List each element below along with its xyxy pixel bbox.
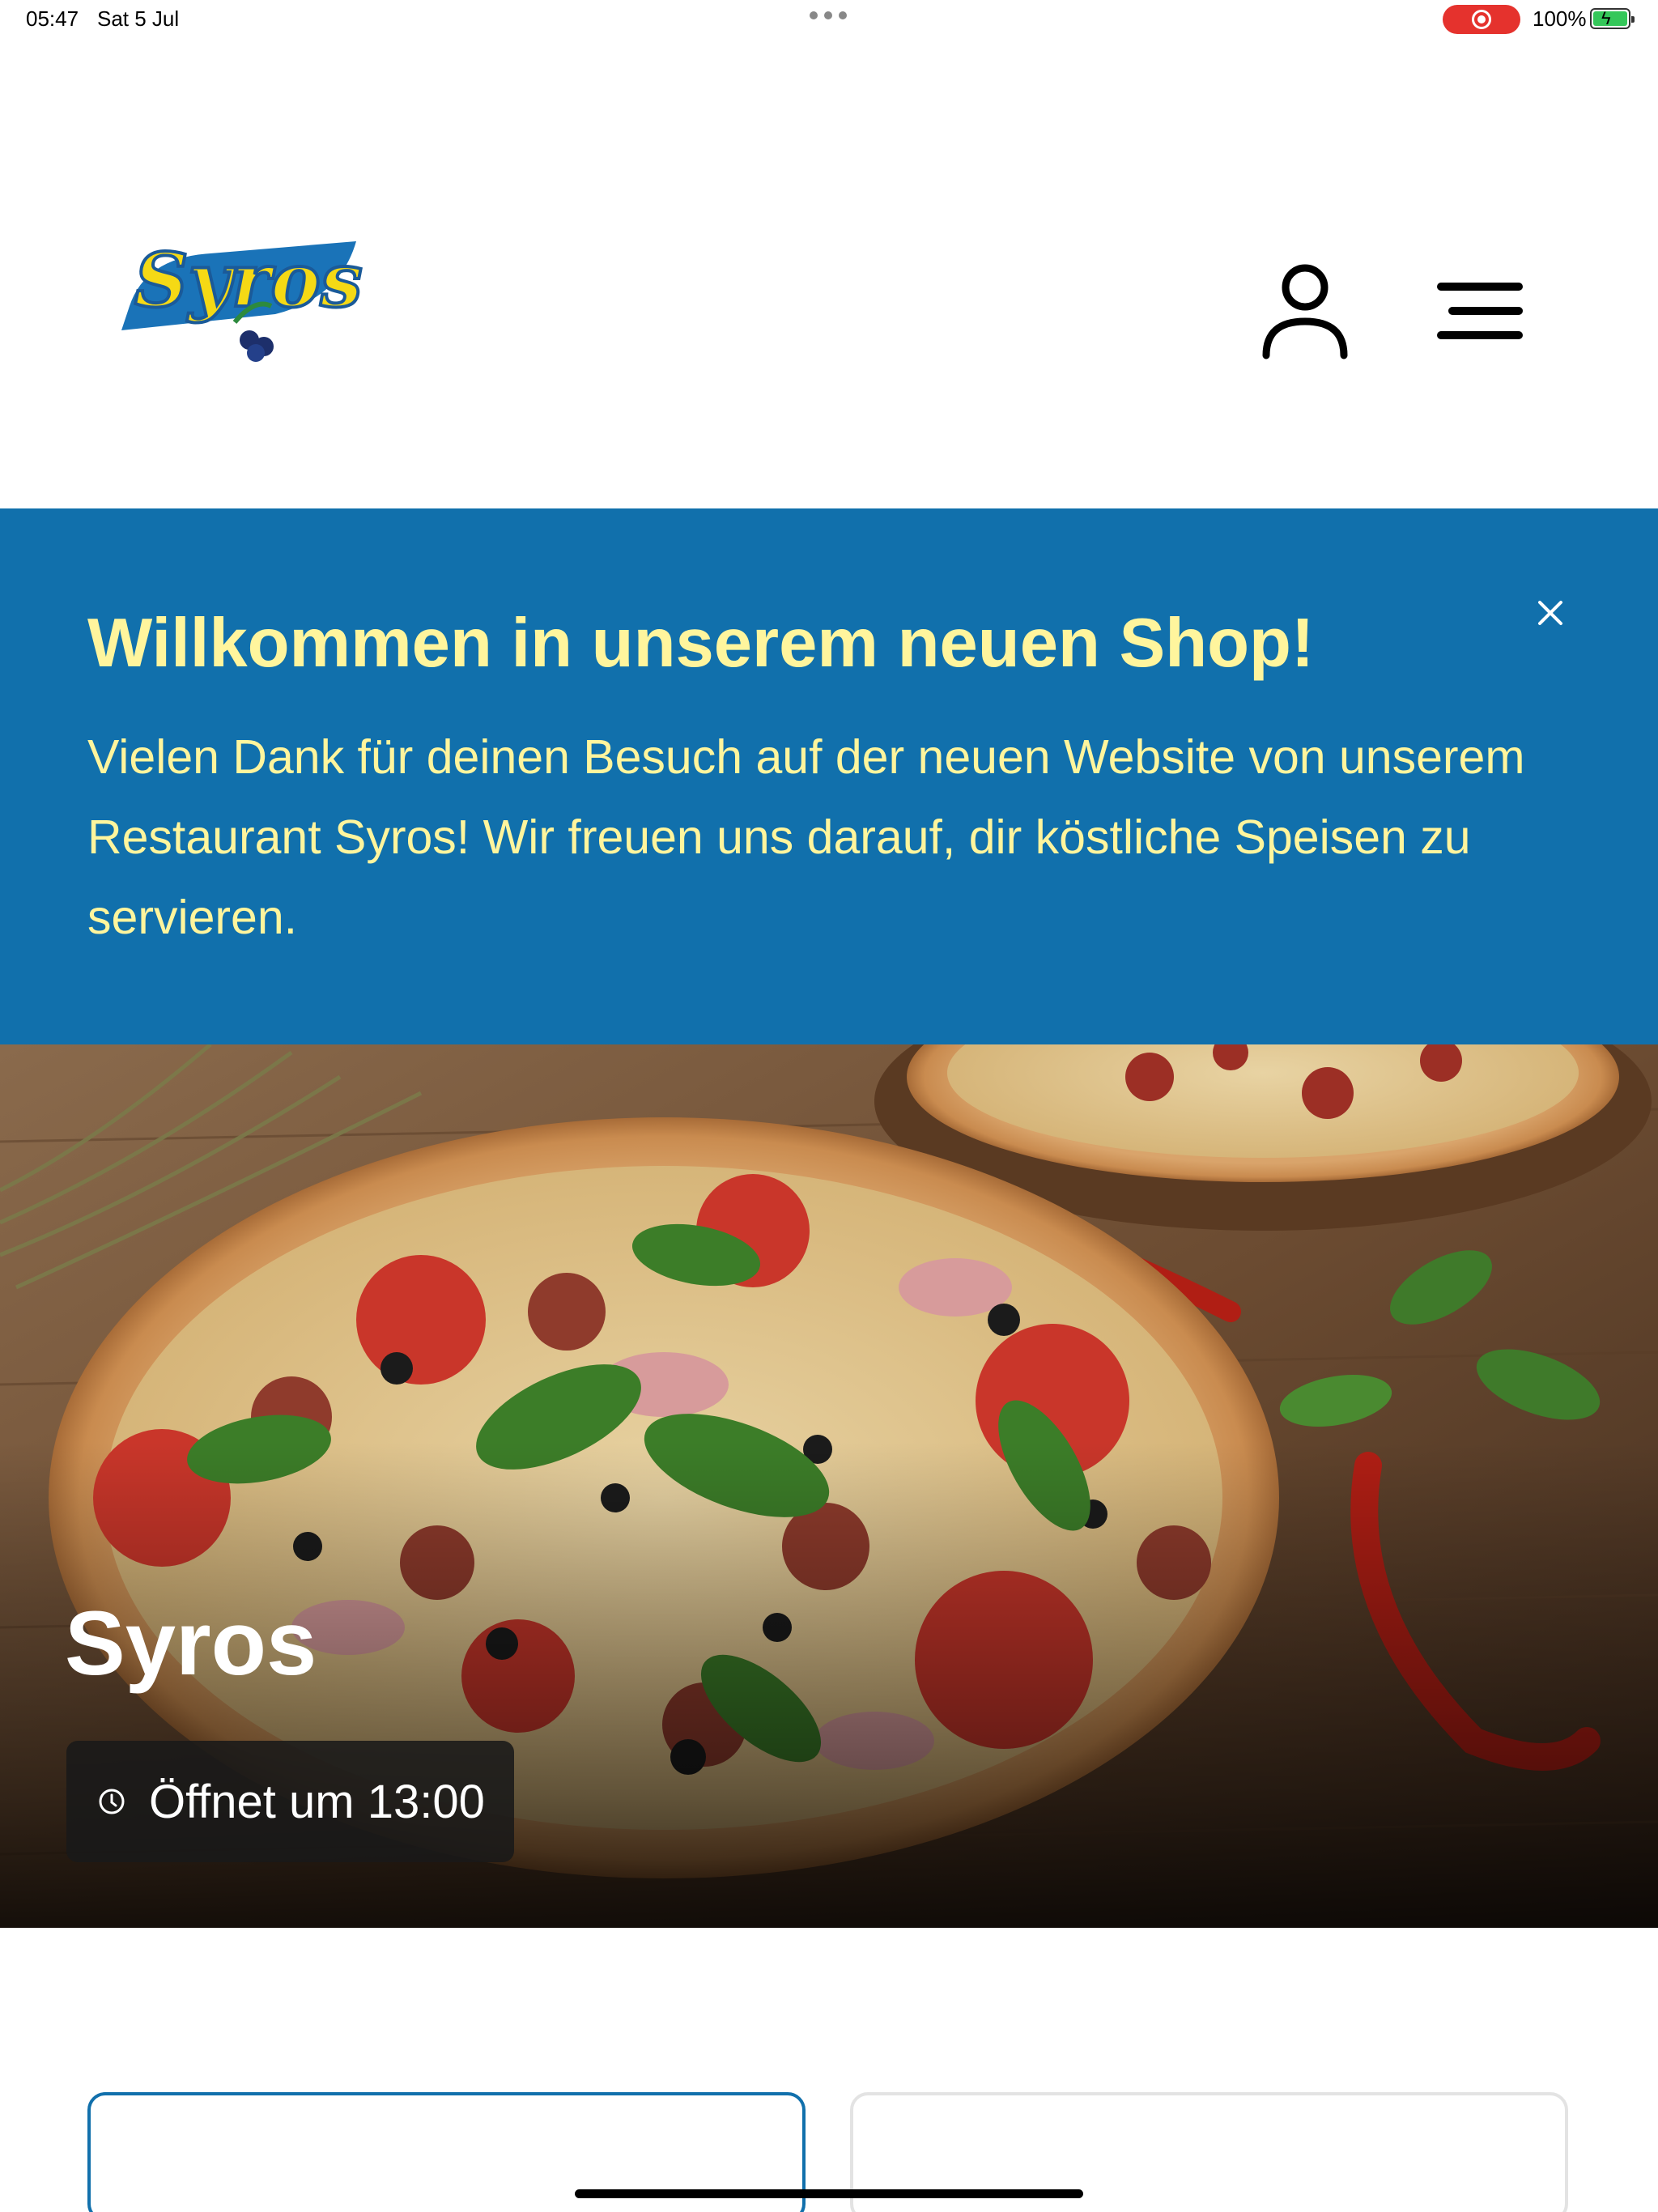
welcome-banner: Willkommen in unserem neuen Shop! Vielen… [0, 508, 1658, 1044]
opening-hours-text: Öffnet um 13:00 [149, 1775, 485, 1828]
hamburger-menu-icon [1437, 283, 1523, 339]
site-header: Syros [0, 39, 1658, 508]
account-button[interactable] [1260, 262, 1350, 360]
banner-text: Vielen Dank für deinen Besuch auf der ne… [87, 730, 1525, 944]
account-icon [1262, 264, 1348, 359]
banner-title: Willkommen in unserem neuen Shop! [87, 605, 1315, 682]
battery-charging-icon: ϟ [1590, 8, 1635, 29]
opening-hours-badge: Öffnet um 13:00 [66, 1741, 514, 1862]
syros-logo[interactable]: Syros [113, 209, 364, 363]
banner-close-button[interactable] [1533, 596, 1567, 630]
status-bar: 05:47 Sat 5 Jul 100% ϟ [0, 0, 1658, 39]
status-date: Sat 5 Jul [97, 6, 180, 31]
home-indicator[interactable] [575, 2189, 1083, 2198]
hero-section: Syros Öffnet um 13:00 [0, 1044, 1658, 1928]
close-icon [1538, 601, 1562, 625]
status-time: 05:47 [26, 6, 79, 31]
screen-recording-icon[interactable] [1443, 5, 1520, 34]
clock-icon [99, 1789, 125, 1814]
restaurant-name: Syros [65, 1593, 317, 1694]
menu-button[interactable] [1435, 279, 1525, 343]
multitasking-dots-icon[interactable] [810, 11, 847, 19]
battery-percentage: 100% [1533, 6, 1587, 31]
